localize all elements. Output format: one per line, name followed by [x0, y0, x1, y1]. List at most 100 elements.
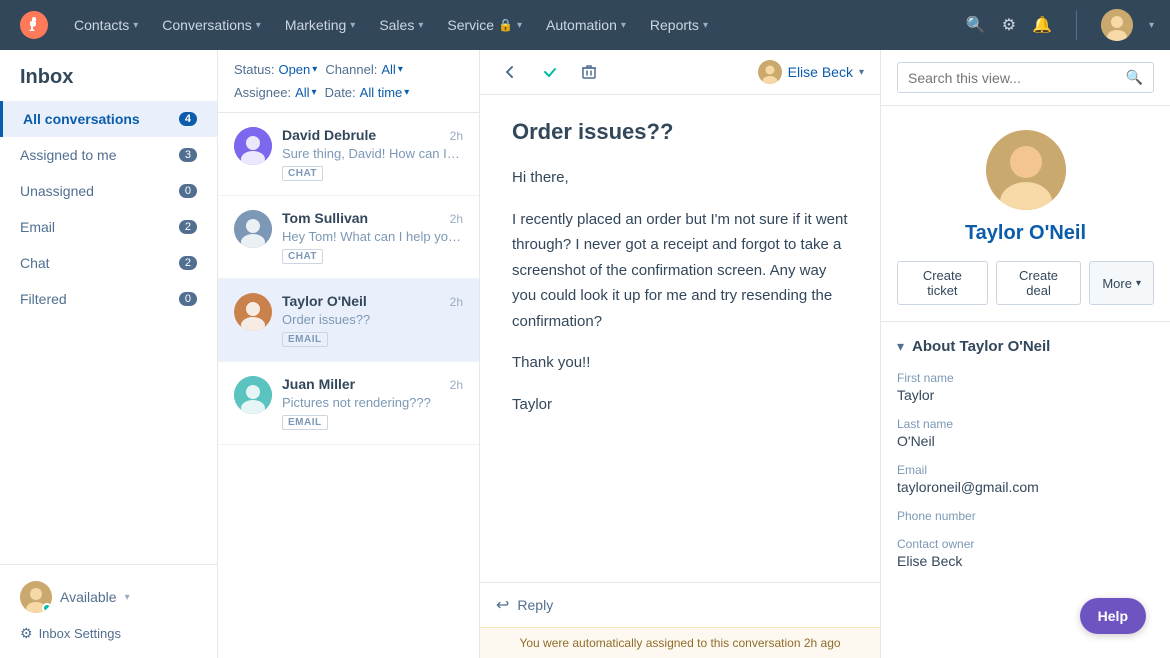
status-filter-label: Status:	[234, 62, 274, 77]
automation-chevron-icon: ▾	[621, 20, 626, 31]
filter-status: Status: Open ▾	[234, 62, 317, 77]
date-chevron-icon: ▾	[404, 87, 409, 98]
reply-label: Reply	[517, 597, 553, 613]
contact-actions: Create ticket Create deal More ▾	[897, 261, 1154, 305]
channel-filter-value[interactable]: All ▾	[381, 62, 402, 77]
settings-gear-icon: ⚙	[20, 625, 33, 642]
status-filter-value[interactable]: Open ▾	[278, 62, 317, 77]
email-content: Order issues?? Hi there,I recently place…	[480, 95, 880, 582]
settings-icon[interactable]: ⚙	[1002, 15, 1016, 35]
more-button[interactable]: More ▾	[1089, 261, 1154, 305]
search-box: 🔍	[897, 62, 1154, 93]
conv-tag: EMAIL	[282, 415, 328, 430]
create-deal-button[interactable]: Create deal	[996, 261, 1082, 305]
reply-bar[interactable]: ↩ Reply	[480, 582, 880, 627]
contact-field-email: Email tayloroneil@gmail.com	[897, 463, 1154, 495]
about-header[interactable]: ▾ About Taylor O'Neil	[897, 338, 1154, 355]
sidebar-nav: All conversations 4 Assigned to me 3 Una…	[0, 101, 217, 317]
contact-fields: First name Taylor Last name O'Neil Email…	[897, 371, 1154, 569]
user-status[interactable]: Available ▾	[20, 581, 197, 613]
nav-marketing[interactable]: Marketing ▾	[275, 11, 366, 39]
search-input[interactable]	[908, 70, 1120, 86]
channel-chevron-icon: ▾	[398, 64, 403, 75]
email-subject: Order issues??	[512, 119, 848, 145]
check-button[interactable]	[536, 60, 564, 84]
conv-name: David Debrule	[282, 127, 376, 143]
help-button[interactable]: Help	[1080, 598, 1146, 634]
assignee-name: Elise Beck	[788, 64, 853, 80]
auto-assigned-banner: You were automatically assigned to this …	[480, 627, 880, 658]
conversation-item[interactable]: Taylor O'Neil 2h Order issues?? EMAIL	[218, 279, 479, 362]
conversation-avatar	[234, 376, 272, 414]
nav-sales[interactable]: Sales ▾	[369, 11, 433, 39]
conversation-filters: Status: Open ▾ Channel: All ▾ Assignee: …	[218, 50, 479, 113]
conv-name: Tom Sullivan	[282, 210, 368, 226]
more-chevron-icon: ▾	[1136, 278, 1141, 289]
date-filter-label: Date:	[325, 85, 356, 100]
delete-button[interactable]	[576, 60, 602, 84]
nav-contacts[interactable]: Contacts ▾	[64, 11, 148, 39]
sidebar-bottom: Available ▾ ⚙ Inbox Settings	[0, 564, 217, 658]
sidebar-item-chat[interactable]: Chat 2	[0, 245, 217, 281]
assignee-selector[interactable]: Elise Beck ▾	[758, 60, 864, 84]
conversation-avatar	[234, 210, 272, 248]
reports-chevron-icon: ▾	[703, 20, 708, 31]
service-chevron-icon: ▾	[517, 20, 522, 31]
nav-reports[interactable]: Reports ▾	[640, 11, 718, 39]
hubspot-logo[interactable]	[16, 7, 52, 43]
nav-utility-icons: 🔍 ⚙ 🔔 ▾	[966, 9, 1154, 41]
conv-preview: Hey Tom! What can I help you with?	[282, 229, 463, 244]
top-nav: Contacts ▾ Conversations ▾ Marketing ▾ S…	[0, 0, 1170, 50]
conv-tag: CHAT	[282, 166, 323, 181]
nav-service[interactable]: Service 🔒 ▾	[437, 11, 532, 39]
contact-field-contact-owner: Contact owner Elise Beck	[897, 537, 1154, 569]
conversation-item[interactable]: David Debrule 2h Sure thing, David! How …	[218, 113, 479, 196]
date-filter-value[interactable]: All time ▾	[360, 85, 410, 100]
assignee-filter-value[interactable]: All ▾	[295, 85, 316, 100]
about-collapse-icon: ▾	[897, 338, 904, 355]
channel-filter-label: Channel:	[325, 62, 377, 77]
assignee-chevron-icon: ▾	[312, 87, 317, 98]
conversation-list: Status: Open ▾ Channel: All ▾ Assignee: …	[218, 50, 480, 658]
about-title: About Taylor O'Neil	[912, 338, 1050, 355]
assignee-filter-label: Assignee:	[234, 85, 291, 100]
create-ticket-button[interactable]: Create ticket	[897, 261, 988, 305]
nav-automation[interactable]: Automation ▾	[536, 11, 636, 39]
email-body: Hi there,I recently placed an order but …	[512, 165, 848, 417]
back-button[interactable]	[496, 60, 524, 84]
search-icon[interactable]: 🔍	[966, 15, 986, 35]
settings-label: Inbox Settings	[39, 626, 121, 641]
conversation-item[interactable]: Juan Miller 2h Pictures not rendering???…	[218, 362, 479, 445]
user-avatar[interactable]	[1101, 9, 1133, 41]
contact-field-phone-number: Phone number	[897, 509, 1154, 523]
conv-name: Taylor O'Neil	[282, 293, 367, 309]
assignee-avatar	[758, 60, 782, 84]
conv-time: 2h	[450, 212, 463, 226]
conv-time: 2h	[450, 129, 463, 143]
sidebar-item-filtered[interactable]: Filtered 0	[0, 281, 217, 317]
status-chevron-icon: ▾	[125, 592, 130, 603]
status-dot	[42, 603, 52, 613]
inbox-settings[interactable]: ⚙ Inbox Settings	[20, 625, 197, 642]
sidebar-item-assigned-to-me[interactable]: Assigned to me 3	[0, 137, 217, 173]
status-chevron-icon: ▾	[312, 64, 317, 75]
conv-preview: Pictures not rendering???	[282, 395, 463, 410]
filter-channel: Channel: All ▾	[325, 62, 403, 77]
conversation-item[interactable]: Tom Sullivan 2h Hey Tom! What can I help…	[218, 196, 479, 279]
contact-field-first-name: First name Taylor	[897, 371, 1154, 403]
conversations-chevron-icon: ▾	[256, 20, 261, 31]
conv-name: Juan Miller	[282, 376, 355, 392]
user-menu-chevron-icon[interactable]: ▾	[1149, 20, 1154, 31]
notifications-icon[interactable]: 🔔	[1032, 15, 1052, 35]
reply-icon: ↩	[496, 595, 509, 615]
main-layout: Inbox All conversations 4 Assigned to me…	[0, 50, 1170, 658]
user-avatar-small	[20, 581, 52, 613]
sidebar-item-all-conversations[interactable]: All conversations 4	[0, 101, 217, 137]
nav-conversations[interactable]: Conversations ▾	[152, 11, 271, 39]
contact-profile: Taylor O'Neil Create ticket Create deal …	[881, 106, 1170, 322]
service-lock-icon: 🔒	[498, 18, 513, 32]
sidebar-item-unassigned[interactable]: Unassigned 0	[0, 173, 217, 209]
sidebar-item-email[interactable]: Email 2	[0, 209, 217, 245]
contacts-chevron-icon: ▾	[133, 20, 138, 31]
conv-preview: Sure thing, David! How can I help?	[282, 146, 463, 161]
